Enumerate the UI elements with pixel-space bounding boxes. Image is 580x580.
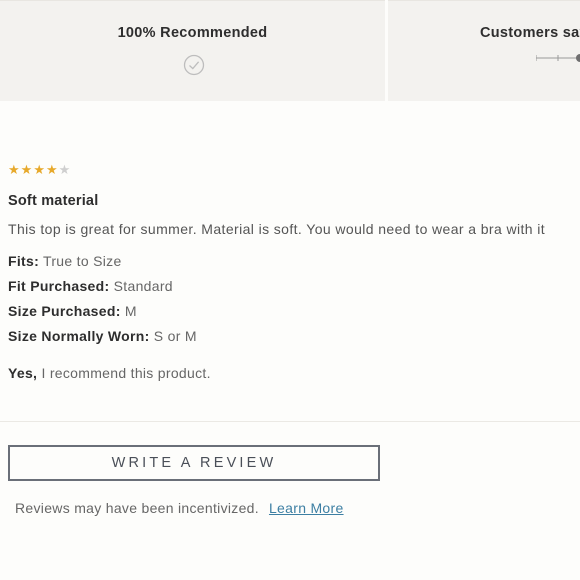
review-body: This top is great for summer. Material i… xyxy=(8,221,546,237)
check-circle-icon xyxy=(183,54,205,76)
section-divider xyxy=(0,421,580,422)
star-filled-icon: ★ xyxy=(8,162,20,177)
attr-size-purchased-label: Size Purchased: xyxy=(8,303,121,319)
write-review-button[interactable]: WRITE A REVIEW xyxy=(8,445,380,481)
fit-scale-icon xyxy=(536,54,580,62)
attr-size-purchased-value: M xyxy=(124,303,137,319)
recommended-card: 100% Recommended xyxy=(0,0,385,101)
customers-say-card: Customers say xyxy=(388,0,580,101)
recommend-statement: Yes, I recommend this product. xyxy=(8,365,211,381)
star-rating: ★ ★ ★ ★ ★ xyxy=(8,163,580,177)
attr-fit-purchased-label: Fit Purchased: xyxy=(8,278,110,294)
attr-size-normally-worn: Size Normally Worn: S or M xyxy=(8,328,197,344)
attr-fit-purchased: Fit Purchased: Standard xyxy=(8,278,173,294)
star-empty-icon: ★ xyxy=(58,162,71,177)
recommended-label: 100% Recommended xyxy=(117,25,268,41)
star-filled-icon: ★ xyxy=(33,162,45,177)
incentive-text: Reviews may have been incentivized. xyxy=(15,500,259,516)
review-summary-bar: 100% Recommended Customers say xyxy=(0,0,580,101)
star-filled-icon: ★ xyxy=(20,162,33,177)
attr-size-normally-worn-label: Size Normally Worn: xyxy=(8,328,150,344)
recommend-text: I recommend this product. xyxy=(41,365,211,381)
learn-more-link[interactable]: Learn More xyxy=(269,500,344,516)
attr-fits: Fits: True to Size xyxy=(8,253,122,269)
attr-fits-label: Fits: xyxy=(8,253,40,269)
star-filled-icon: ★ xyxy=(45,162,58,177)
attr-fit-purchased-value: Standard xyxy=(113,278,173,294)
attr-size-normally-worn-value: S or M xyxy=(153,328,197,344)
attr-fits-value: True to Size xyxy=(43,253,122,269)
attr-size-purchased: Size Purchased: M xyxy=(8,303,137,319)
review-title: Soft material xyxy=(8,193,99,209)
incentive-notice: Reviews may have been incentivized. Learn… xyxy=(15,500,344,516)
review-item: ★ ★ ★ ★ ★ Soft material This top is great fo… xyxy=(8,163,580,382)
customers-say-label: Customers say xyxy=(480,25,580,41)
recommend-yes: Yes, xyxy=(8,365,38,381)
